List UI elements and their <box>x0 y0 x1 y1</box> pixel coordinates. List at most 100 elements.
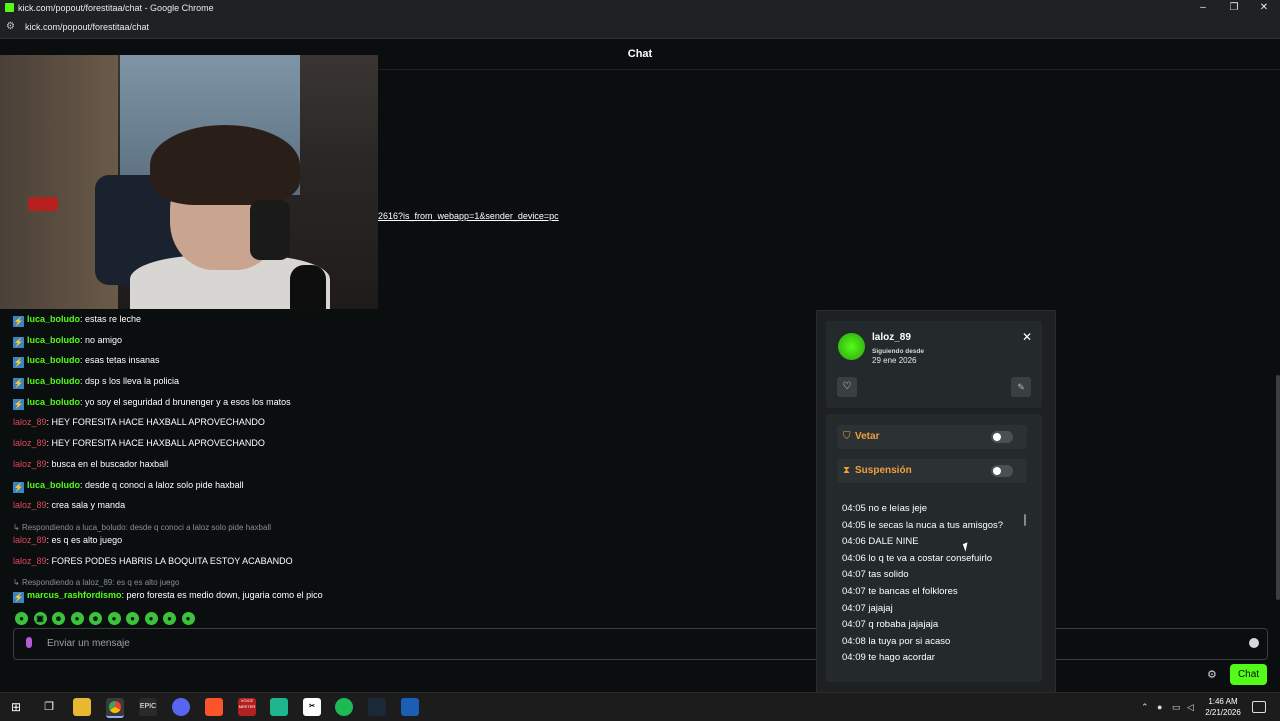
message-user[interactable]: luca_boludo <box>27 480 80 490</box>
message-text: : FORES PODES HABRIS LA BOQUITA ESTOY AC… <box>46 555 293 566</box>
emoji-picker-icon[interactable] <box>1249 638 1259 648</box>
video-headset <box>250 200 290 260</box>
input-placeholder: Enviar un mensaje <box>47 638 130 649</box>
log-item: 04:06 DALE NINE <box>842 536 919 548</box>
message-user[interactable]: laloz_89 <box>13 500 47 510</box>
tray-chevron-icon[interactable]: ⌃ <box>1141 702 1149 713</box>
message-user[interactable]: marcus_rashfordismo <box>27 590 122 600</box>
tray-volume-icon[interactable]: ◁ <box>1187 702 1194 713</box>
message-text: : no amigo <box>80 334 123 345</box>
heart-icon[interactable]: ♡ <box>837 377 857 397</box>
emote-icon[interactable]: ● <box>181 612 195 625</box>
emote-icon[interactable]: ● <box>144 612 158 625</box>
clock[interactable]: 1:46 AM 2/21/2026 <box>1204 696 1242 718</box>
tray-mic-icon[interactable]: ● <box>1157 702 1162 712</box>
reply-text: Respondiendo a laloz_89: es q es alto ju… <box>21 578 180 588</box>
ban-row: ⛉ Vetar <box>837 425 1027 449</box>
emote-icon[interactable]: ▣ <box>33 612 47 625</box>
user-card-username: laloz_89 <box>872 332 911 343</box>
message-link[interactable]: 2616?is_from_webapp=1&sender_device=pc <box>378 211 559 221</box>
badge-icon: ⚡ <box>13 592 24 604</box>
mod-actions-panel: ⛉ Vetar ⧗ Suspensión 04:05 no e leías je… <box>826 414 1042 682</box>
minimize-button[interactable]: – <box>1187 0 1219 16</box>
log-scrollbar[interactable] <box>1024 514 1026 526</box>
message-text: : dsp s los lleva la policia <box>80 376 180 387</box>
reply-context[interactable]: ↳ Respondiendo a laloz_89: es q es alto … <box>13 577 803 589</box>
discord-icon[interactable] <box>172 698 190 716</box>
brave-icon[interactable] <box>205 698 223 716</box>
message-user[interactable]: laloz_89 <box>13 459 47 469</box>
log-item: 04:05 no e leías jeje <box>842 503 928 514</box>
address-bar: ⚙ kick.com/popout/forestitaa/chat <box>0 16 1280 39</box>
message-text: : desde q conoci a laloz solo pide haxba… <box>80 479 244 490</box>
epic-games-icon[interactable]: EPIC <box>139 698 157 716</box>
message-input[interactable]: Enviar un mensaje <box>13 628 1268 660</box>
page-scrollbar[interactable] <box>1276 375 1280 600</box>
spotify-icon[interactable] <box>335 698 353 716</box>
message-user[interactable]: laloz_89 <box>13 535 47 545</box>
badge-icon: ⚡ <box>13 481 24 493</box>
chat-message: ⚡ luca_boludo: no amigo <box>13 334 803 355</box>
close-window-button[interactable]: ✕ <box>1248 0 1280 16</box>
log-item: 04:07 jajajaj <box>842 602 893 614</box>
steam-icon[interactable] <box>368 698 386 716</box>
timeout-toggle[interactable] <box>991 465 1013 477</box>
message-user[interactable]: luca_boludo <box>27 355 80 365</box>
chat-message: laloz_89: busca en el buscador haxball <box>13 458 803 479</box>
window-title: kick.com/popout/forestitaa/chat - Google… <box>18 3 214 13</box>
clock-date: 2/21/2026 <box>1205 708 1241 717</box>
chat-message: ⚡ luca_boludo: desde q conoci a laloz sol… <box>13 479 803 500</box>
emote-icon[interactable]: ● <box>126 612 139 625</box>
emote-icon[interactable]: ☻ <box>89 612 102 625</box>
emote-icon[interactable]: ● <box>70 612 84 625</box>
chrome-icon[interactable] <box>106 698 124 718</box>
log-item: 04:06 lo q te va a costar consefuirlo <box>842 552 992 564</box>
capcut-icon[interactable]: ✂ <box>303 698 321 716</box>
app-icon[interactable] <box>270 698 288 716</box>
microphone-icon[interactable] <box>26 637 32 648</box>
webcam-overlay <box>0 55 378 309</box>
restore-button[interactable]: ❐ <box>1218 0 1250 16</box>
reply-text: Respondiendo a luca_boludo: desde q cono… <box>21 522 272 532</box>
log-item: 04:08 la tuya por si acaso <box>842 635 951 647</box>
chat-message: laloz_89: FORES PODES HABRIS LA BOQUITA … <box>13 555 803 576</box>
windows-start-icon[interactable]: ⊞ <box>7 698 25 716</box>
rocket-league-icon[interactable] <box>401 698 419 716</box>
message-user[interactable]: luca_boludo <box>27 397 80 407</box>
clock-time: 1:46 AM <box>1208 697 1238 706</box>
badge-icon: ⚡ <box>13 398 24 410</box>
badge-icon: ⚡ <box>13 357 24 369</box>
badge-icon: ⚡ <box>13 336 24 348</box>
message-user[interactable]: laloz_89 <box>13 556 47 566</box>
site-info-icon[interactable]: ⚙ <box>6 21 15 32</box>
emote-icon[interactable]: ● <box>107 612 121 625</box>
emote-icon[interactable]: ● <box>163 612 176 625</box>
task-view-icon[interactable]: ❐ <box>40 698 58 716</box>
ban-toggle[interactable] <box>991 431 1013 443</box>
emote-icon[interactable]: ● <box>15 612 28 625</box>
reply-context[interactable]: ↳ Respondiendo a luca_boludo: desde q co… <box>13 522 803 534</box>
message-user[interactable]: luca_boludo <box>27 376 80 386</box>
kick-favicon-icon <box>5 3 14 12</box>
voicemeeter-icon[interactable]: VOICE MEETER <box>238 698 256 716</box>
settings-gear-icon[interactable]: ⚙ <box>1207 668 1217 681</box>
log-item: 04:07 tas solido <box>842 569 909 581</box>
message-user[interactable]: laloz_89 <box>13 438 47 448</box>
chat-message: ⚡ luca_boludo: estas re leche <box>13 313 803 334</box>
video-red-object <box>28 197 58 211</box>
notification-icon[interactable] <box>1252 701 1266 713</box>
emote-icon[interactable]: ☻ <box>52 612 65 625</box>
log-item: 04:05 le secas la nuca a tus amisgos? <box>842 519 1004 531</box>
message-user[interactable]: laloz_89 <box>13 417 47 427</box>
close-card-icon[interactable]: ✕ <box>1022 330 1032 344</box>
message-user[interactable]: luca_boludo <box>27 335 80 345</box>
send-chat-button[interactable]: Chat <box>1230 664 1267 685</box>
file-explorer-icon[interactable] <box>73 698 91 716</box>
url-text[interactable]: kick.com/popout/forestitaa/chat <box>25 22 149 32</box>
log-item: 04:07 q robaba jajajaja <box>842 619 939 631</box>
message-user[interactable]: luca_boludo <box>27 314 80 324</box>
mod-tool-icon[interactable]: ✎ <box>1011 377 1031 397</box>
timeout-row: ⧗ Suspensión <box>837 459 1027 483</box>
tray-device-icon[interactable]: ▭ <box>1172 702 1181 713</box>
badge-icon: ⚡ <box>13 378 24 390</box>
